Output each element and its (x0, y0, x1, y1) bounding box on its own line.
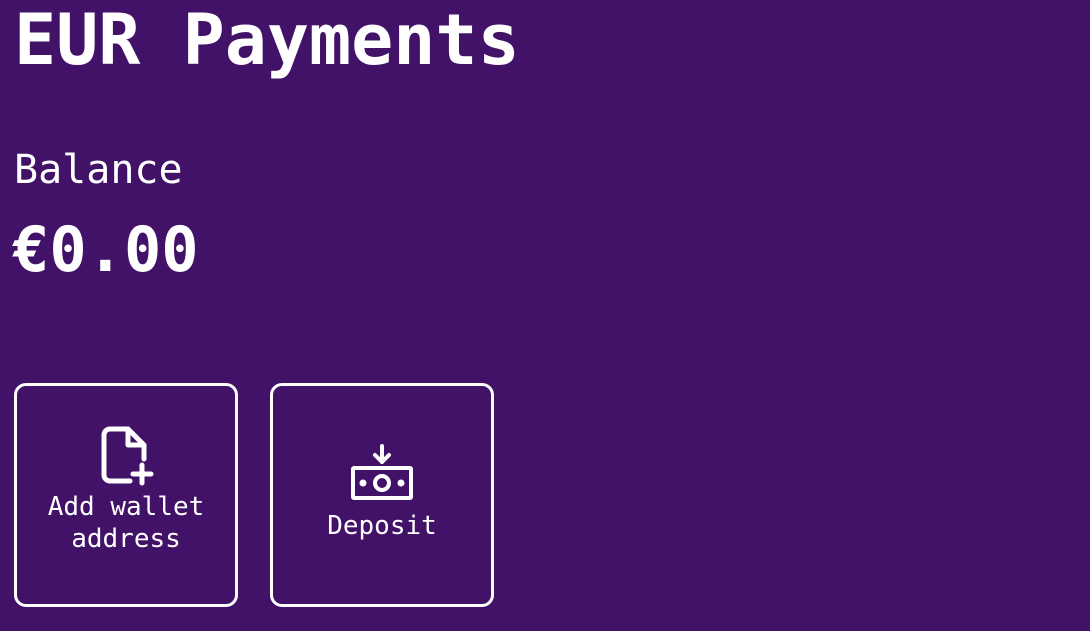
balance-label: Balance (14, 147, 183, 193)
deposit-button[interactable]: Deposit (270, 383, 494, 607)
file-plus-icon (101, 426, 154, 486)
deposit-label: Deposit (327, 511, 437, 541)
add-wallet-address-label: Add wallet address (47, 492, 205, 554)
cash-deposit-icon (351, 444, 413, 500)
add-wallet-address-button[interactable]: Add wallet address (14, 383, 238, 607)
balance-amount: €0.00 (12, 213, 199, 286)
page-title: EUR Payments (14, 0, 520, 81)
